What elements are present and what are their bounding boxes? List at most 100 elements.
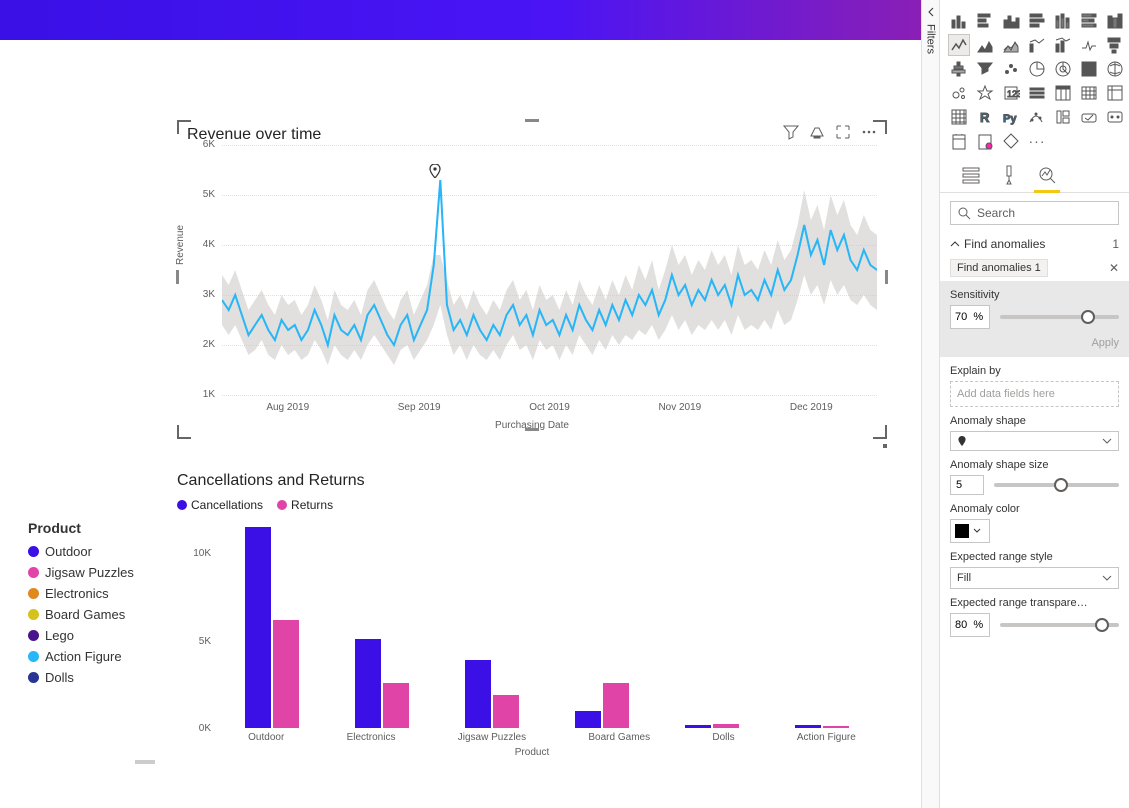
slicer-item[interactable]: Board Games bbox=[28, 607, 158, 622]
viz-type-icon[interactable] bbox=[1000, 10, 1022, 32]
viz-type-icon[interactable] bbox=[974, 82, 996, 104]
viz-type-icon[interactable] bbox=[1026, 58, 1048, 80]
y-tick-label: 0K bbox=[199, 723, 211, 734]
viz-type-icon[interactable]: Py bbox=[1000, 106, 1022, 128]
viz-type-icon[interactable] bbox=[1104, 10, 1126, 32]
viz-type-icon[interactable] bbox=[1104, 58, 1126, 80]
bar[interactable] bbox=[383, 683, 409, 729]
more-options-icon[interactable] bbox=[861, 124, 877, 145]
slicer-scrollbar[interactable] bbox=[135, 760, 155, 764]
bar[interactable] bbox=[245, 527, 271, 728]
viz-type-icon[interactable] bbox=[1052, 10, 1074, 32]
slicer-item[interactable]: Electronics bbox=[28, 586, 158, 601]
expected-range-transparency-slider[interactable] bbox=[1000, 623, 1119, 627]
remove-anomaly-icon[interactable]: ✕ bbox=[1101, 261, 1119, 275]
viz-type-icon[interactable] bbox=[948, 82, 970, 104]
viz-type-icon[interactable] bbox=[1078, 82, 1100, 104]
anomaly-shape-label: Anomaly shape bbox=[950, 415, 1119, 427]
report-canvas[interactable]: Revenue over time Revenue 1K2K3K4K5K6K bbox=[0, 0, 921, 808]
viz-type-icon[interactable]: 123 bbox=[1000, 82, 1022, 104]
viz-type-icon[interactable] bbox=[1104, 106, 1126, 128]
slicer-item[interactable]: Action Figure bbox=[28, 649, 158, 664]
expected-range-transparency-label: Expected range transpare… bbox=[950, 597, 1119, 609]
fields-tab-icon[interactable] bbox=[960, 164, 982, 186]
bar[interactable] bbox=[713, 724, 739, 728]
slicer-item-label: Electronics bbox=[45, 586, 109, 601]
expected-range-style-select[interactable]: Fill bbox=[950, 567, 1119, 589]
viz-type-icon[interactable] bbox=[948, 34, 970, 56]
viz-type-icon[interactable] bbox=[1052, 106, 1074, 128]
legend-item-returns[interactable]: Returns bbox=[277, 498, 333, 512]
x-tick-label: Action Figure bbox=[797, 732, 856, 743]
viz-type-icon[interactable] bbox=[948, 58, 970, 80]
viz-type-icon[interactable]: R bbox=[974, 106, 996, 128]
viz-type-icon[interactable] bbox=[948, 106, 970, 128]
slicer-item[interactable]: Lego bbox=[28, 628, 158, 643]
viz-type-icon[interactable] bbox=[1052, 82, 1074, 104]
selection-handle-extra[interactable] bbox=[883, 444, 887, 448]
viz-type-icon[interactable] bbox=[1000, 34, 1022, 56]
spotlight-icon[interactable] bbox=[809, 124, 825, 145]
search-icon bbox=[957, 206, 971, 220]
x-tick-label: Aug 2019 bbox=[266, 402, 309, 413]
visualizations-pane: 123RPy··· Search Find anomalies 1 Find a… bbox=[939, 0, 1129, 808]
bar[interactable] bbox=[575, 711, 601, 729]
bar[interactable] bbox=[493, 695, 519, 728]
y-tick-label: 10K bbox=[193, 548, 211, 559]
slicer-item[interactable]: Dolls bbox=[28, 670, 158, 685]
sensitivity-slider[interactable] bbox=[1000, 315, 1119, 319]
anomaly-marker-icon[interactable] bbox=[429, 164, 441, 178]
line-chart-visual[interactable]: Revenue over time Revenue 1K2K3K4K5K6K bbox=[177, 120, 887, 425]
analytics-tab-icon[interactable] bbox=[1036, 164, 1058, 186]
bar-chart-visual[interactable]: Cancellations and Returns Cancellations … bbox=[177, 470, 887, 808]
bar[interactable] bbox=[465, 660, 491, 728]
viz-type-icon[interactable] bbox=[1078, 106, 1100, 128]
anomaly-shape-size-slider[interactable] bbox=[994, 483, 1119, 487]
viz-type-icon[interactable] bbox=[948, 10, 970, 32]
bar[interactable] bbox=[603, 683, 629, 729]
viz-type-icon[interactable] bbox=[1104, 34, 1126, 56]
search-input[interactable]: Search bbox=[950, 201, 1119, 225]
explain-by-dropzone[interactable]: Add data fields here bbox=[950, 381, 1119, 407]
anomaly-shape-size-input[interactable] bbox=[950, 475, 984, 495]
viz-type-icon[interactable] bbox=[974, 34, 996, 56]
viz-type-icon[interactable] bbox=[1026, 106, 1048, 128]
anomaly-shape-select[interactable] bbox=[950, 431, 1119, 451]
viz-type-icon[interactable] bbox=[1026, 34, 1048, 56]
slicer-item[interactable]: Outdoor bbox=[28, 544, 158, 559]
product-slicer[interactable]: Product OutdoorJigsaw PuzzlesElectronics… bbox=[28, 520, 158, 691]
viz-type-icon[interactable] bbox=[948, 130, 970, 152]
viz-more-icon[interactable]: ··· bbox=[1026, 130, 1048, 152]
viz-type-icon[interactable] bbox=[1078, 10, 1100, 32]
viz-type-icon[interactable] bbox=[1052, 58, 1074, 80]
viz-type-icon[interactable] bbox=[1026, 82, 1048, 104]
format-tab-icon[interactable] bbox=[998, 164, 1020, 186]
focus-mode-icon[interactable] bbox=[835, 124, 851, 145]
find-anomalies-section-header[interactable]: Find anomalies 1 bbox=[950, 233, 1119, 255]
anomaly-color-picker[interactable] bbox=[950, 519, 990, 543]
expected-range-transparency-input[interactable] bbox=[950, 613, 990, 637]
sensitivity-input[interactable] bbox=[950, 305, 990, 329]
bar[interactable] bbox=[823, 726, 849, 728]
viz-type-icon[interactable] bbox=[974, 58, 996, 80]
viz-type-icon[interactable] bbox=[1104, 82, 1126, 104]
filters-pane-collapsed[interactable]: Filters bbox=[921, 0, 939, 808]
viz-type-icon[interactable] bbox=[1078, 34, 1100, 56]
bar[interactable] bbox=[355, 639, 381, 728]
viz-type-icon[interactable] bbox=[1078, 58, 1100, 80]
viz-type-icon[interactable] bbox=[974, 10, 996, 32]
bar[interactable] bbox=[795, 725, 821, 728]
viz-type-icon[interactable] bbox=[1052, 34, 1074, 56]
anomaly-instance-chip[interactable]: Find anomalies 1 bbox=[950, 259, 1048, 277]
apply-button[interactable]: Apply bbox=[950, 329, 1119, 351]
slicer-item[interactable]: Jigsaw Puzzles bbox=[28, 565, 158, 580]
viz-type-icon[interactable] bbox=[1026, 10, 1048, 32]
filter-icon[interactable] bbox=[783, 124, 799, 145]
viz-type-icon[interactable] bbox=[974, 130, 996, 152]
bar[interactable] bbox=[685, 725, 711, 729]
viz-type-icon[interactable] bbox=[1000, 130, 1022, 152]
legend-item-cancellations[interactable]: Cancellations bbox=[177, 498, 263, 512]
expand-filters-icon[interactable] bbox=[925, 6, 937, 18]
viz-type-icon[interactable] bbox=[1000, 58, 1022, 80]
bar[interactable] bbox=[273, 620, 299, 729]
